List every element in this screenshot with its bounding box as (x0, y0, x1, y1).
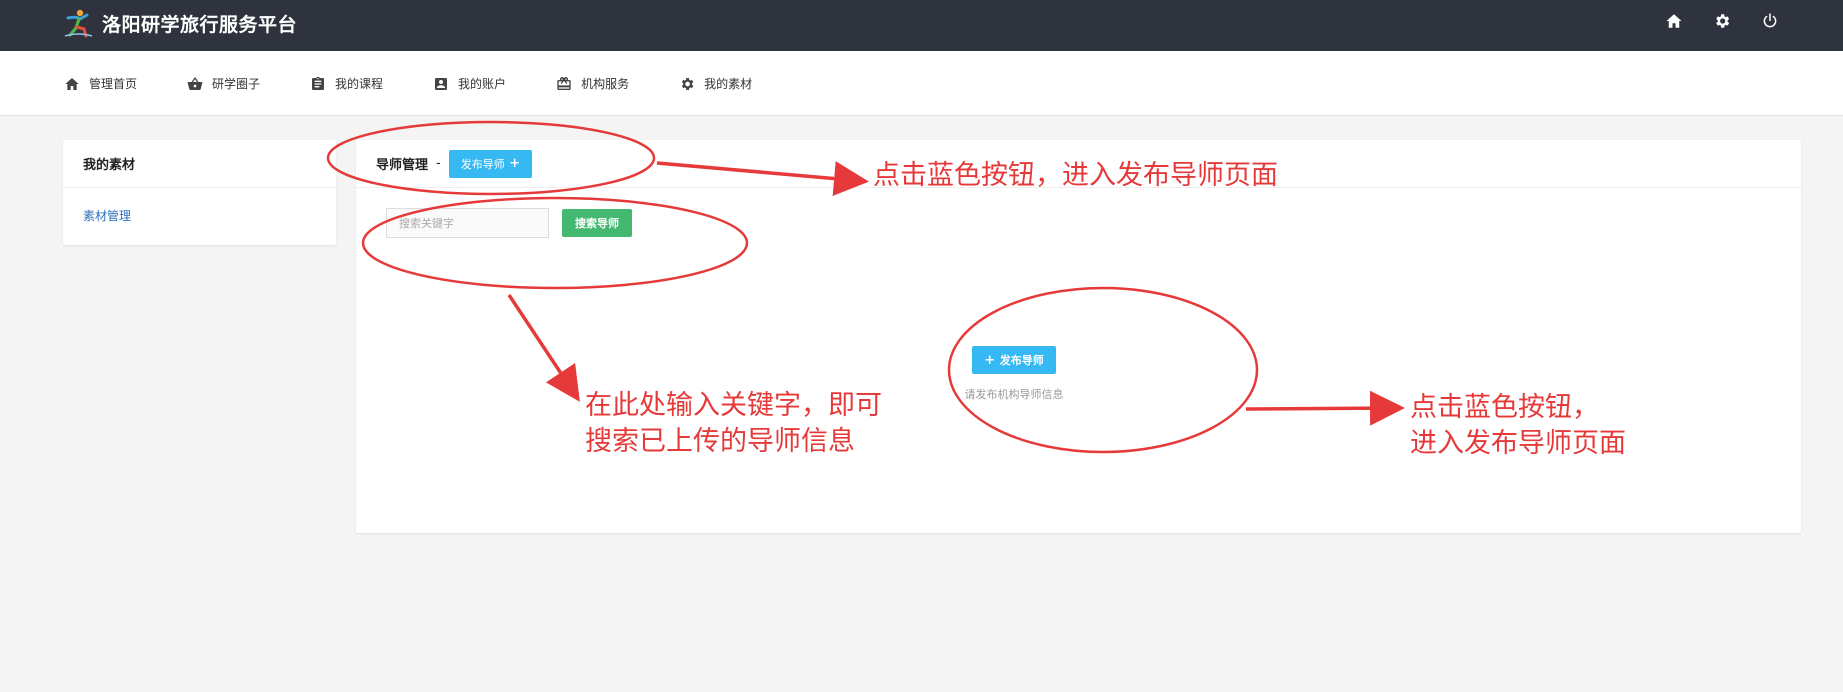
nav-items: 管理首页 研学圈子 我的课程 我的账户 机构服务 我的素材 (64, 51, 802, 116)
annotation-note-right-line1: 点击蓝色按钮， (1410, 392, 1599, 423)
nav-item-account[interactable]: 我的账户 (433, 75, 506, 92)
empty-state: + 发布导师 请发布机构导师信息 (934, 346, 1094, 402)
annotation-note-search-line1: 在此处输入关键字，即可 (585, 390, 882, 421)
app-title: 洛阳研学旅行服务平台 (102, 13, 298, 36)
nav-item-label: 研学圈子 (212, 77, 261, 91)
clipboard-icon (312, 76, 325, 90)
gear-icon[interactable] (1711, 10, 1733, 32)
empty-publish-mentor-button[interactable]: + 发布导师 (972, 346, 1056, 374)
page: 洛阳研学旅行服务平台 管理首页 研学圈子 我的课程 我的账户 机构服务 我的素材… (0, 0, 1843, 692)
page-title: 导师管理 (376, 158, 429, 173)
nav-item-dashboard[interactable]: 管理首页 (64, 75, 137, 92)
nav-item-circle[interactable]: 研学圈子 (187, 75, 260, 92)
person-logo-icon (64, 9, 93, 38)
home-icon (65, 77, 79, 90)
nav-item-label: 我的账户 (458, 77, 507, 91)
main-panel: 导师管理 - 发布导师 + 搜索导师 + 发布导师 请发布机构导师信息 (356, 140, 1801, 533)
sidebar-card: 我的素材 素材管理 (63, 140, 336, 245)
publish-mentor-button-label: 发布导师 (460, 157, 505, 171)
nav-item-services[interactable]: 机构服务 (556, 75, 629, 92)
gift-icon (557, 76, 571, 90)
power-icon[interactable] (1759, 10, 1781, 32)
nav-item-label: 我的素材 (704, 77, 753, 91)
brand[interactable]: 洛阳研学旅行服务平台 (62, 8, 297, 38)
account-box-icon (435, 77, 448, 90)
search-row: 搜索导师 (386, 208, 632, 238)
annotation-note-top: 点击蓝色按钮，进入发布导师页面 (873, 160, 1278, 191)
top-icons (1663, 10, 1781, 32)
basket-icon (187, 76, 203, 90)
publish-mentor-button[interactable]: 发布导师 + (448, 149, 533, 178)
nav-item-label: 机构服务 (581, 77, 630, 91)
gear-icon (681, 77, 694, 90)
plus-icon: + (504, 156, 521, 171)
search-input[interactable] (386, 208, 549, 238)
top-bar: 洛阳研学旅行服务平台 (0, 0, 1843, 51)
nav-item-materials[interactable]: 我的素材 (679, 75, 752, 92)
nav-item-label: 管理首页 (89, 77, 138, 91)
empty-publish-mentor-button-label: 发布导师 (999, 354, 1044, 367)
search-mentor-button[interactable]: 搜索导师 (562, 209, 632, 237)
sidebar-title: 我的素材 (63, 140, 336, 188)
plus-icon: + (984, 352, 1000, 368)
sidebar-item-material-management[interactable]: 素材管理 (63, 207, 336, 224)
nav-item-courses[interactable]: 我的课程 (310, 75, 383, 92)
title-separator: - (436, 156, 441, 171)
annotation-note-right-line2: 进入发布导师页面 (1410, 428, 1626, 459)
empty-state-text: 请发布机构导师信息 (964, 388, 1064, 401)
main-nav: 管理首页 研学圈子 我的课程 我的账户 机构服务 我的素材 (0, 51, 1843, 116)
annotation-note-search-line2: 搜索已上传的导师信息 (585, 426, 855, 457)
home-icon[interactable] (1663, 10, 1685, 32)
nav-item-label: 我的课程 (335, 77, 384, 91)
